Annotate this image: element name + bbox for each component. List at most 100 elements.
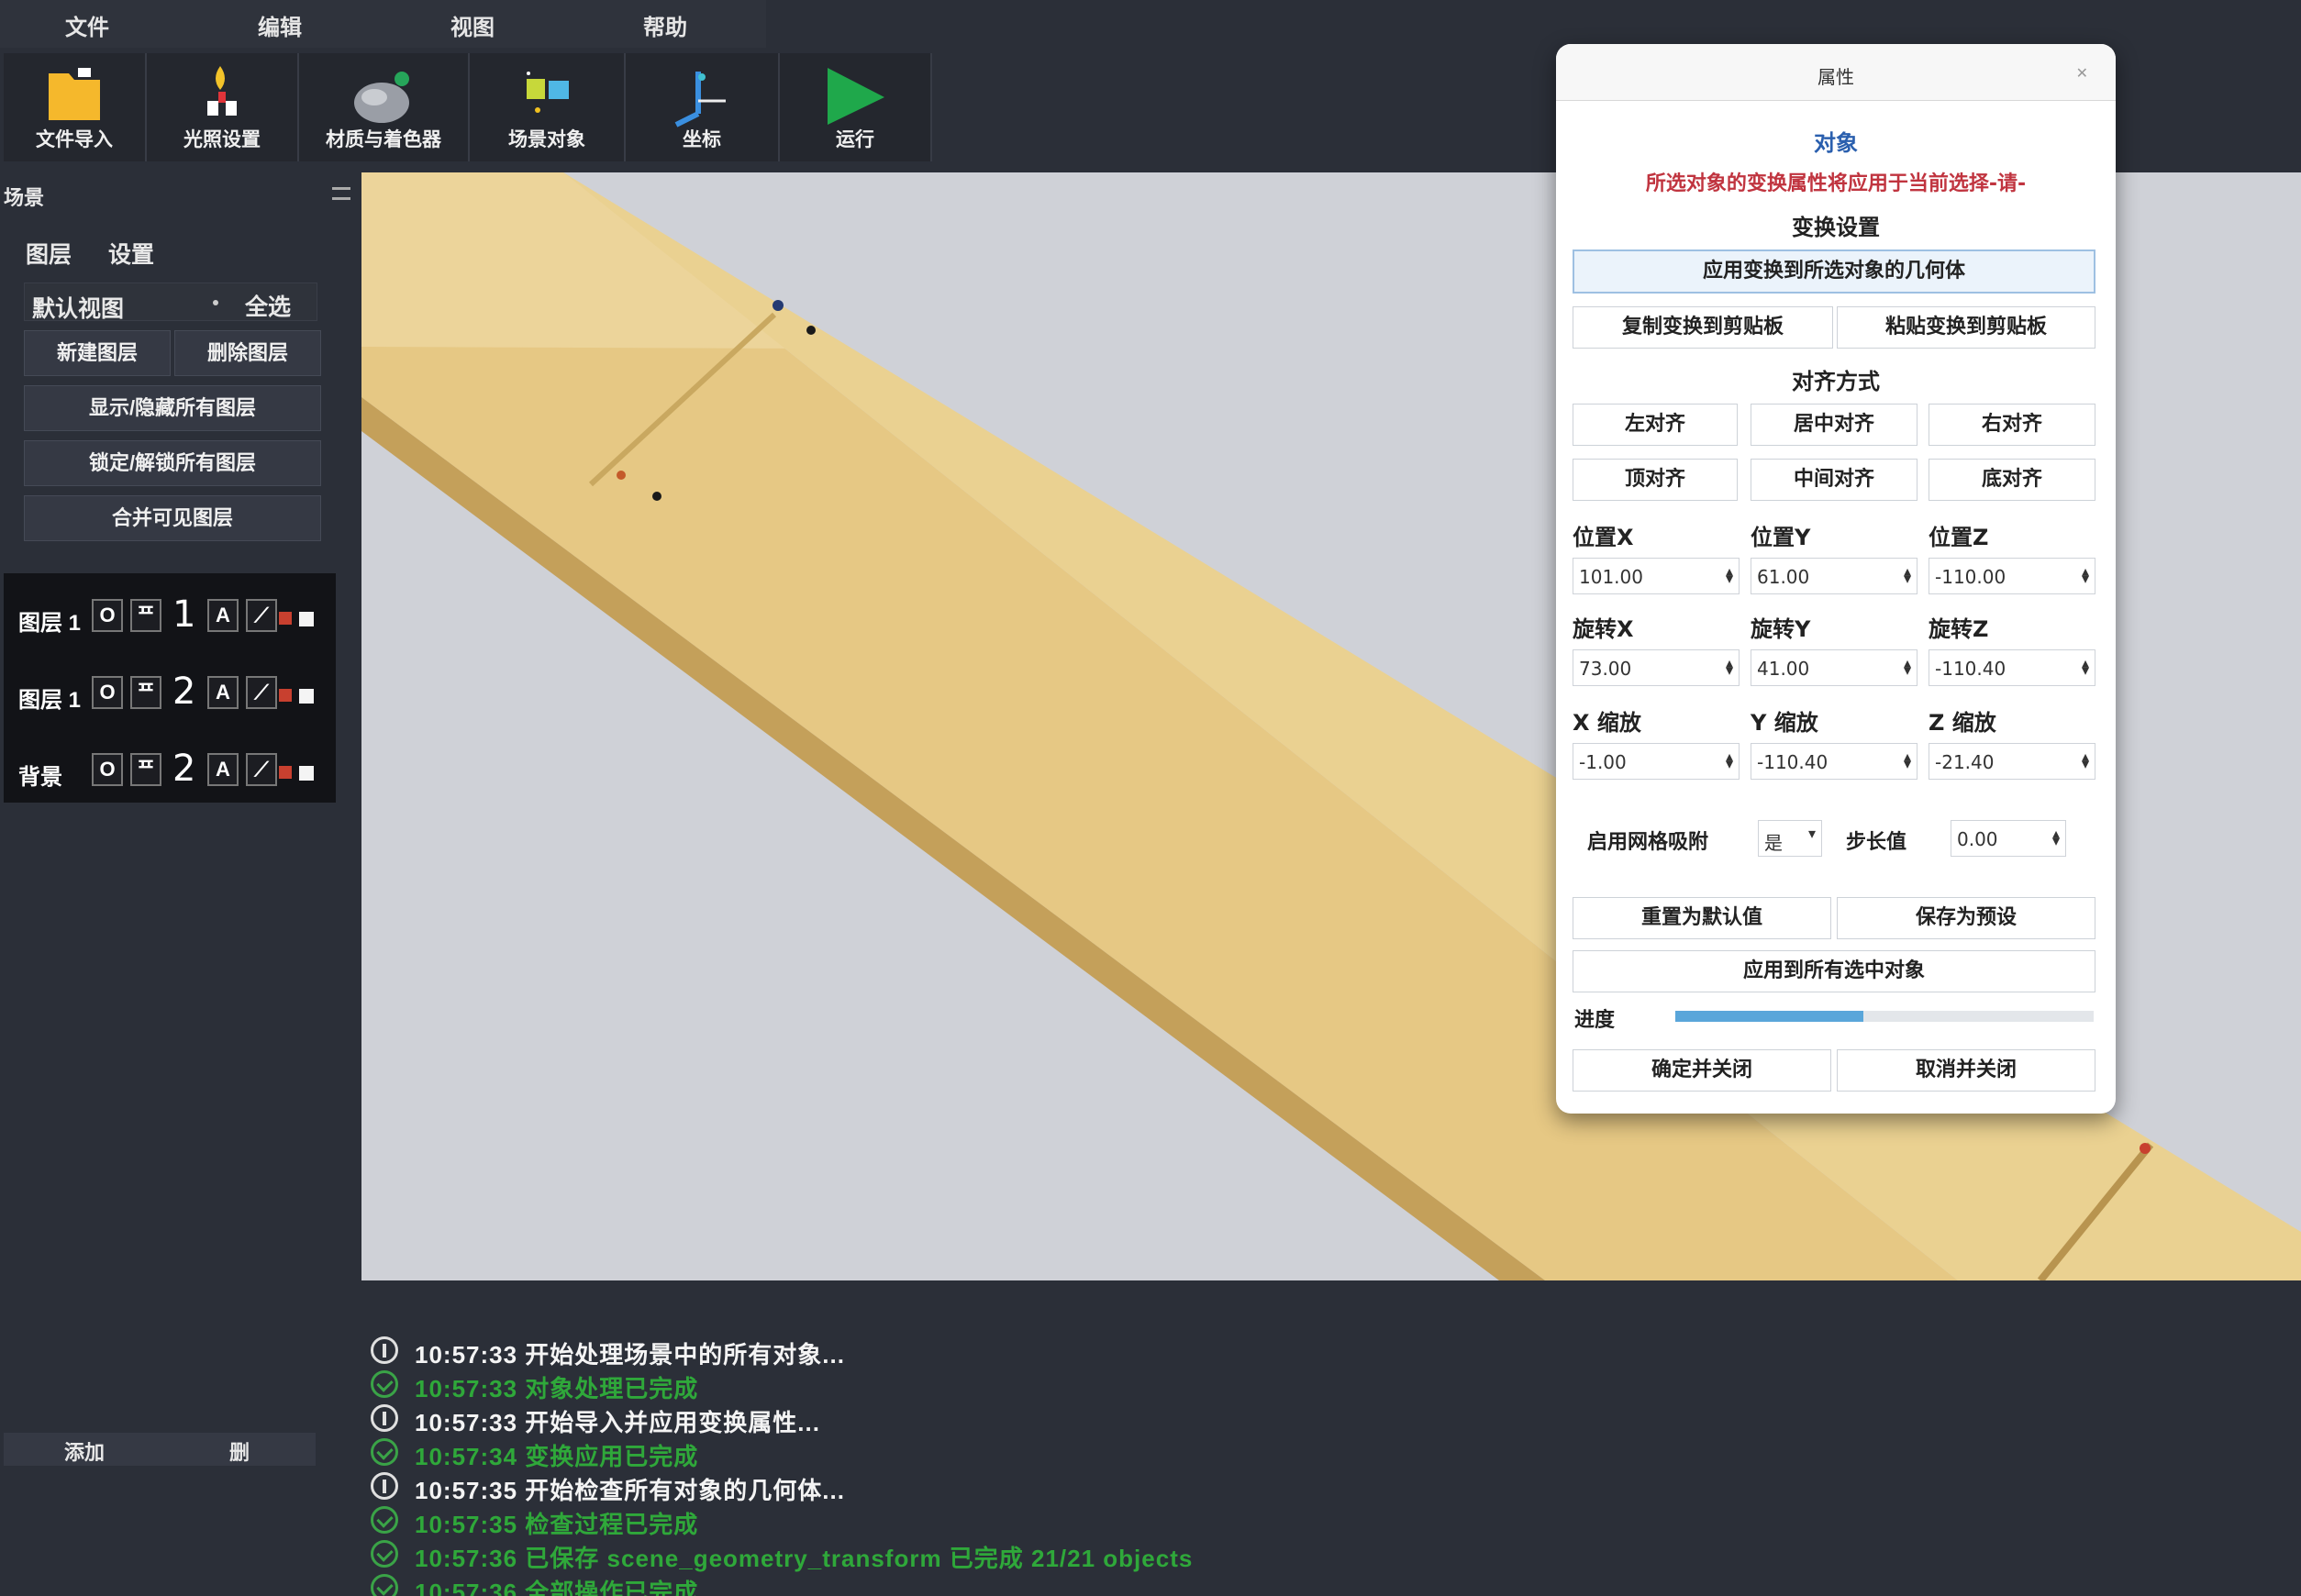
log-entry: 10:57:35 开始检查所有对象的几何体...: [371, 1470, 1196, 1504]
color-swatch-icon[interactable]: [279, 689, 292, 702]
edit-icon[interactable]: ⟋: [246, 599, 277, 632]
vertex-marker: [806, 326, 816, 335]
text-layer-icon[interactable]: A: [207, 599, 239, 632]
cancel-close-button[interactable]: 取消并关闭: [1837, 1049, 2095, 1092]
select-box-icon[interactable]: [299, 612, 314, 626]
reset-defaults-button[interactable]: 重置为默认值: [1573, 897, 1831, 939]
toolbar-material-button[interactable]: 材质与着色器: [299, 53, 470, 161]
delete-button[interactable]: 删: [229, 1436, 250, 1466]
edit-icon[interactable]: ⟋: [246, 676, 277, 709]
visibility-icon[interactable]: O: [92, 599, 123, 632]
apply-all-button[interactable]: 应用到所有选中对象: [1573, 950, 2095, 992]
chevron-down-icon: ▾: [1807, 825, 1816, 842]
delete-layer-button[interactable]: 删除图层: [174, 330, 321, 376]
spinner-icon[interactable]: ▴ ▾: [1904, 564, 1911, 586]
layer-row[interactable]: 背景 O ᄑ 2 A ⟋: [4, 748, 336, 793]
save-preset-button[interactable]: 保存为预设: [1837, 897, 2095, 939]
tab-settings[interactable]: 设置: [108, 237, 154, 270]
lock-icon[interactable]: ᄑ: [130, 599, 161, 632]
step-input[interactable]: 0.00 ▴ ▾: [1951, 820, 2066, 857]
warning-text: 所选对象的变换属性将应用于当前选择-请-: [1645, 172, 2027, 195]
spinner-icon[interactable]: ▴ ▾: [1904, 749, 1911, 771]
lock-icon[interactable]: ᄑ: [130, 753, 161, 786]
field-label: 旋转Z: [1929, 616, 1989, 642]
info-icon: [371, 1472, 398, 1500]
layer-index: 1: [172, 593, 196, 636]
rotation-z-input[interactable]: -110.40 ▴ ▾: [1929, 649, 2095, 686]
paste-transform-button[interactable]: 粘贴变换到剪贴板: [1837, 306, 2095, 349]
select-box-icon[interactable]: [299, 689, 314, 704]
toolbar-scene-objects-button[interactable]: 场景对象: [470, 53, 626, 161]
spinner-icon[interactable]: ▴ ▾: [1904, 656, 1911, 678]
vertex-marker: [652, 492, 661, 501]
layer-row[interactable]: 图层 1 O ᄑ 1 A ⟋: [4, 593, 336, 639]
spinner-icon[interactable]: ▴ ▾: [2082, 749, 2089, 771]
menu-view[interactable]: 视图: [431, 9, 514, 40]
tab-layers[interactable]: 图层: [26, 237, 72, 270]
vertex-marker: [2140, 1143, 2151, 1154]
panel-menu-icon[interactable]: [332, 187, 350, 200]
text-layer-icon[interactable]: A: [207, 753, 239, 786]
text-layer-icon[interactable]: A: [207, 676, 239, 709]
dropdown-dot-icon: [213, 300, 218, 305]
align-heading: 对齐方式: [1792, 369, 1880, 394]
color-swatch-icon[interactable]: [279, 766, 292, 779]
align-right-button[interactable]: 右对齐: [1929, 404, 2095, 446]
view-select[interactable]: 默认视图 全选: [24, 283, 317, 322]
close-icon[interactable]: ✕: [2076, 64, 2088, 82]
new-layer-button[interactable]: 新建图层: [24, 330, 171, 376]
lock-icon[interactable]: ᄑ: [130, 676, 161, 709]
toggle-lock-button[interactable]: 锁定/解锁所有图层: [24, 440, 321, 486]
visibility-icon[interactable]: O: [92, 676, 123, 709]
snap-select[interactable]: 是 ▾: [1758, 820, 1822, 857]
toolbar-import-button[interactable]: 文件导入: [4, 53, 147, 161]
spinner-icon[interactable]: ▴ ▾: [2082, 656, 2089, 678]
scale-y-input[interactable]: -110.40 ▴ ▾: [1751, 743, 1918, 780]
scale-z-input[interactable]: -21.40 ▴ ▾: [1929, 743, 2095, 780]
spinner-icon[interactable]: ▴ ▾: [1726, 656, 1733, 678]
layer-name: 图层 1: [18, 611, 82, 636]
toolbar-axis-button[interactable]: 坐标: [626, 53, 780, 161]
progress-fill: [1675, 1011, 1864, 1022]
field-label: X 缩放: [1573, 710, 1641, 736]
scale-x-input[interactable]: -1.00 ▴ ▾: [1573, 743, 1740, 780]
copy-transform-button[interactable]: 复制变换到剪贴板: [1573, 306, 1833, 349]
menu-help[interactable]: 帮助: [624, 9, 706, 40]
menu-file[interactable]: 文件: [46, 9, 128, 40]
panel-bottom-bar: 添加 删: [4, 1433, 316, 1466]
position-y-input[interactable]: 61.00 ▴ ▾: [1751, 558, 1918, 594]
spinner-icon[interactable]: ▴ ▾: [2052, 826, 2060, 848]
spinner-icon[interactable]: ▴ ▾: [1726, 564, 1733, 586]
add-button[interactable]: 添加: [64, 1436, 105, 1466]
position-x-input[interactable]: 101.00 ▴ ▾: [1573, 558, 1740, 594]
layer-row[interactable]: 图层 1 O ᄑ 2 A ⟋: [4, 671, 336, 716]
select-all-button[interactable]: 全选: [245, 289, 291, 322]
field-label: 位置X: [1573, 525, 1634, 550]
spinner-icon[interactable]: ▴ ▾: [1726, 749, 1733, 771]
check-icon: [371, 1540, 398, 1568]
menu-edit[interactable]: 编辑: [239, 9, 321, 40]
spinner-icon[interactable]: ▴ ▾: [2082, 564, 2089, 586]
merge-layers-button[interactable]: 合并可见图层: [24, 495, 321, 541]
align-bottom-button[interactable]: 底对齐: [1929, 459, 2095, 501]
toolbar-lighting-button[interactable]: 光照设置: [147, 53, 299, 161]
select-box-icon[interactable]: [299, 766, 314, 781]
align-middle-button[interactable]: 中间对齐: [1751, 459, 1918, 501]
edit-icon[interactable]: ⟋: [246, 753, 277, 786]
ok-close-button[interactable]: 确定并关闭: [1573, 1049, 1831, 1092]
align-left-button[interactable]: 左对齐: [1573, 404, 1738, 446]
log-entry: 10:57:35 检查过程已完成: [371, 1504, 1196, 1538]
toolbar-run-button[interactable]: 运行: [780, 53, 932, 161]
visibility-icon[interactable]: O: [92, 753, 123, 786]
color-swatch-icon[interactable]: [279, 612, 292, 625]
rotation-y-input[interactable]: 41.00 ▴ ▾: [1751, 649, 1918, 686]
check-icon: [371, 1438, 398, 1466]
step-label: 步长值: [1846, 831, 1907, 854]
field-label: 旋转Y: [1751, 616, 1811, 642]
rotation-x-input[interactable]: 73.00 ▴ ▾: [1573, 649, 1740, 686]
apply-geometry-button[interactable]: 应用变换到所选对象的几何体: [1573, 249, 2095, 294]
toggle-visibility-button[interactable]: 显示/隐藏所有图层: [24, 385, 321, 431]
align-center-button[interactable]: 居中对齐: [1751, 404, 1918, 446]
position-z-input[interactable]: -110.00 ▴ ▾: [1929, 558, 2095, 594]
align-top-button[interactable]: 顶对齐: [1573, 459, 1738, 501]
